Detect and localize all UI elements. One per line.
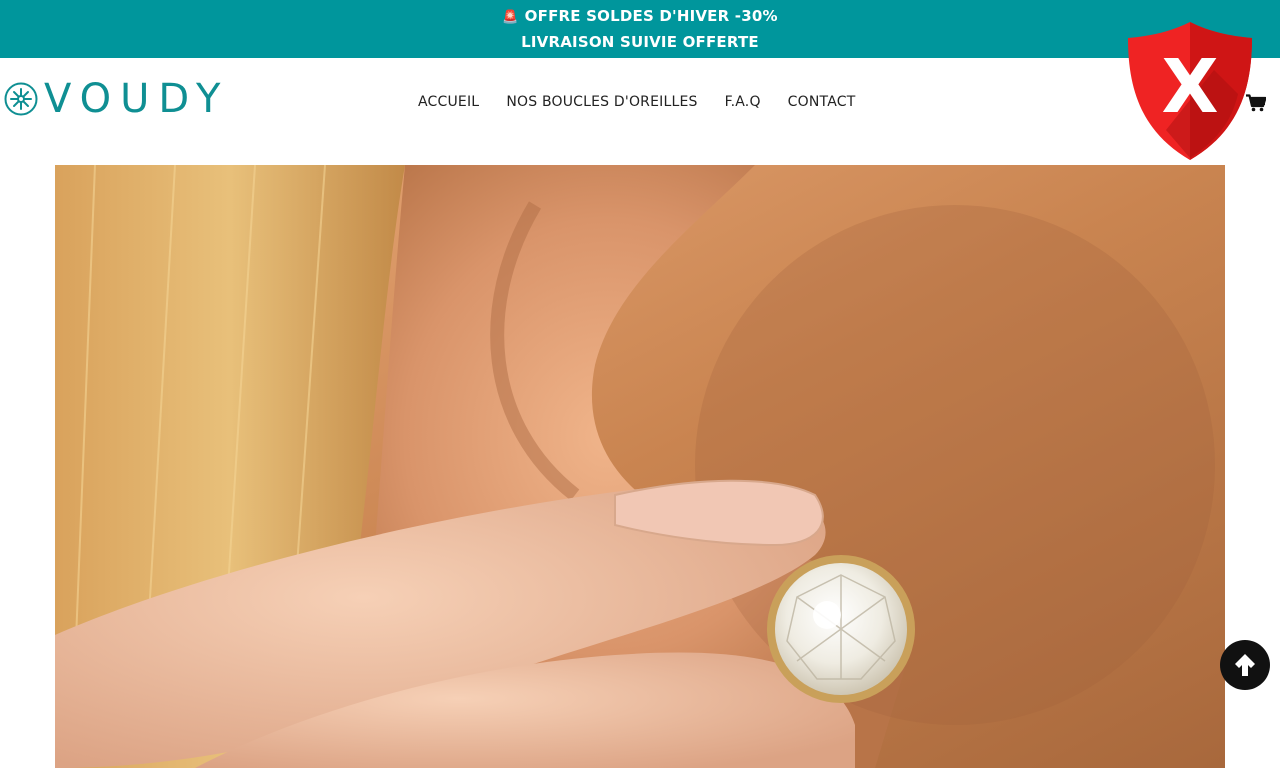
- red-shield-x-icon[interactable]: X: [1126, 20, 1254, 162]
- siren-icon: 🚨: [502, 10, 519, 25]
- svg-text:X: X: [1161, 44, 1218, 130]
- promo-offer-text: OFFRE SOLDES D'HIVER -30%: [524, 7, 778, 25]
- arrow-up-icon: [1235, 654, 1255, 676]
- nav-item-accueil[interactable]: ACCUEIL: [418, 94, 479, 110]
- main-nav: ACCUEIL NOS BOUCLES D'OREILLES F.A.Q CON…: [418, 94, 855, 110]
- brand-name: VOUDY: [44, 76, 230, 122]
- promo-line-2: LIVRAISON SUIVIE OFFERTE: [521, 33, 759, 51]
- nav-item-boucles[interactable]: NOS BOUCLES D'OREILLES: [506, 94, 697, 110]
- scroll-top-button[interactable]: [1220, 640, 1270, 690]
- promo-line-1: 🚨 OFFRE SOLDES D'HIVER -30%: [0, 4, 1280, 30]
- nav-item-contact[interactable]: CONTACT: [788, 94, 856, 110]
- logo-flower-icon: [4, 82, 38, 116]
- site-header: VOUDY ACCUEIL NOS BOUCLES D'OREILLES F.A…: [0, 58, 1280, 146]
- nav-item-faq[interactable]: F.A.Q: [725, 94, 761, 110]
- hero-image: [55, 165, 1225, 768]
- earring-photo: [55, 165, 1225, 768]
- promo-banner: 🚨 OFFRE SOLDES D'HIVER -30% LIVRAISON SUI…: [0, 0, 1280, 58]
- brand-logo[interactable]: VOUDY: [4, 78, 229, 120]
